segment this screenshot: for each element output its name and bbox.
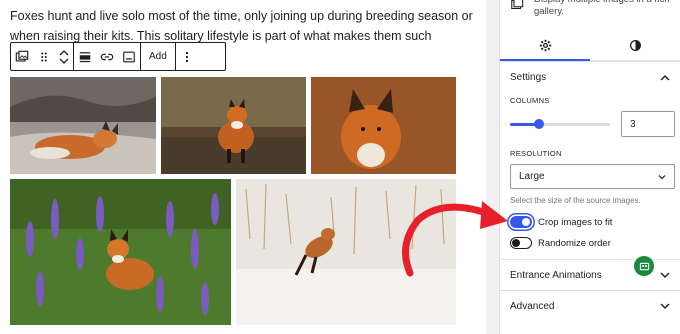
settings-panel-header[interactable]: Settings <box>500 61 680 92</box>
columns-label: COLUMNS <box>510 96 550 105</box>
resolution-value: Large <box>519 171 545 182</box>
caption-icon[interactable] <box>118 43 140 70</box>
link-icon[interactable] <box>96 43 118 70</box>
chevron-down-icon <box>660 303 670 309</box>
editor-scrollbar[interactable] <box>486 0 500 334</box>
plugin-badge-icon[interactable] <box>634 256 654 276</box>
gallery-image-fox-in-flowers[interactable] <box>10 179 231 325</box>
crop-images-toggle-row[interactable]: Crop images to fit <box>510 216 612 228</box>
randomize-order-label: Randomize order <box>538 237 611 249</box>
align-icon[interactable] <box>74 43 96 70</box>
columns-input[interactable]: 3 <box>621 111 675 137</box>
resolution-select[interactable]: Large <box>510 164 675 189</box>
columns-slider-thumb[interactable] <box>533 119 544 129</box>
move-down-icon[interactable] <box>59 58 69 65</box>
randomize-order-toggle[interactable] <box>510 237 532 249</box>
tab-settings[interactable] <box>500 30 590 61</box>
resolution-help-text: Select the size of the source images. <box>510 196 641 205</box>
contrast-icon <box>629 39 641 51</box>
add-button[interactable]: Add <box>141 43 175 70</box>
crop-images-toggle[interactable] <box>510 216 532 228</box>
chevron-down-icon <box>660 272 670 278</box>
chevron-down-icon <box>658 174 666 179</box>
randomize-order-toggle-row[interactable]: Randomize order <box>510 237 611 249</box>
gallery-image-fox-portrait[interactable] <box>311 77 456 174</box>
drag-handle-icon[interactable] <box>33 43 55 70</box>
columns-slider-track[interactable] <box>510 123 610 126</box>
resolution-label: RESOLUTION <box>510 149 562 158</box>
move-buttons <box>55 49 73 65</box>
gallery-icon[interactable] <box>11 43 33 70</box>
entrance-animations-title: Entrance Animations <box>510 269 602 281</box>
tab-styles[interactable] <box>590 30 680 60</box>
crop-images-label: Crop images to fit <box>538 216 613 228</box>
gallery-image-fox-sleeping[interactable] <box>10 77 156 174</box>
chevron-up-icon <box>660 74 670 80</box>
settings-panel-title: Settings <box>510 71 547 83</box>
more-options-icon[interactable] <box>176 43 198 70</box>
editor-canvas: Foxes hunt and live solo most of the tim… <box>0 0 486 334</box>
gallery-block-icon <box>510 0 524 12</box>
gallery-image-fox-jumping-snow[interactable] <box>236 179 456 325</box>
advanced-title: Advanced <box>510 300 555 312</box>
sidebar-tabs <box>500 30 680 61</box>
block-description: Display multiple images in a rich galler… <box>534 0 670 17</box>
block-toolbar: Add <box>10 42 226 71</box>
gallery-image-fox-walking[interactable] <box>161 77 306 174</box>
advanced-panel-header[interactable]: Advanced <box>500 290 680 321</box>
settings-sidebar: Display multiple images in a rich galler… <box>500 0 680 334</box>
move-up-icon[interactable] <box>59 49 69 56</box>
gear-icon <box>539 39 551 51</box>
